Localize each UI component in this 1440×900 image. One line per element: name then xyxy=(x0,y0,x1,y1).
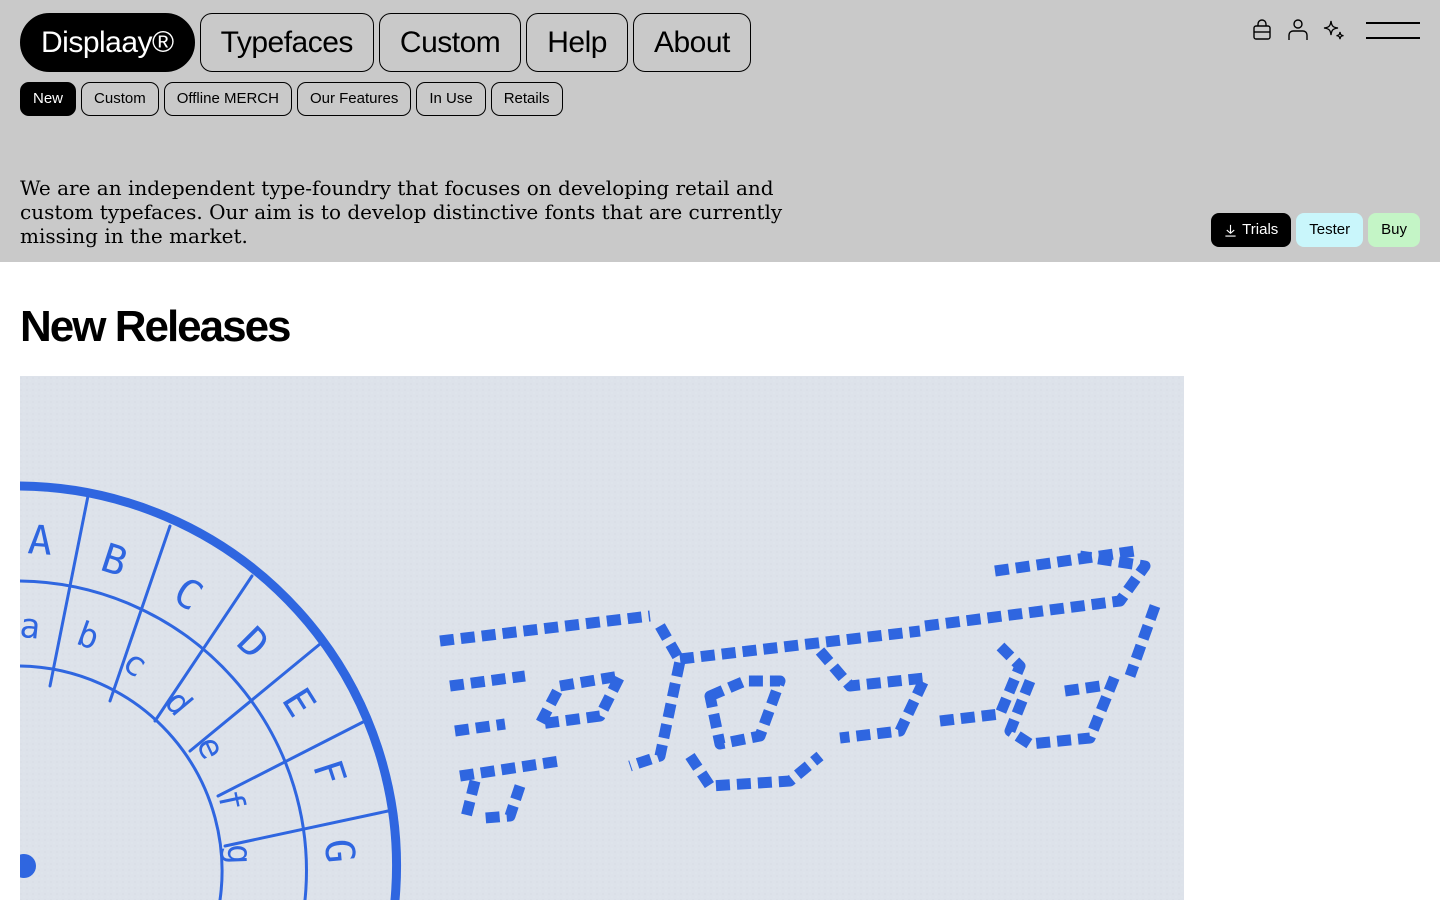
download-icon xyxy=(1225,224,1236,237)
hero-image[interactable]: A B C D E F G a b c d e f g xyxy=(20,376,1184,900)
wheel-letter: A xyxy=(26,517,53,565)
subnav-offline-merch[interactable]: Offline MERCH xyxy=(163,82,292,116)
wheel-letter: G xyxy=(315,837,363,865)
menu-line xyxy=(1366,22,1420,24)
brand-logo-button[interactable]: Displaay® xyxy=(20,13,195,72)
nav-typefaces[interactable]: Typefaces xyxy=(199,13,374,72)
nav-help[interactable]: Help xyxy=(526,13,628,72)
site-header: Displaay® Typefaces Custom Help About Ne… xyxy=(0,0,1440,262)
subnav-custom[interactable]: Custom xyxy=(81,82,159,116)
sub-navigation: New Custom Offline MERCH Our Features In… xyxy=(20,82,563,116)
action-buttons: Trials Tester Buy xyxy=(1211,213,1420,247)
subnav-in-use[interactable]: In Use xyxy=(416,82,486,116)
sparkle-icon[interactable] xyxy=(1322,16,1346,44)
subnav-our-features[interactable]: Our Features xyxy=(296,82,412,116)
nav-custom[interactable]: Custom xyxy=(378,13,522,72)
user-icon[interactable] xyxy=(1286,16,1310,44)
subnav-new[interactable]: New xyxy=(20,82,77,116)
header-icons xyxy=(1250,16,1420,44)
section-title: New Releases xyxy=(20,302,292,351)
bag-icon[interactable] xyxy=(1250,16,1274,44)
menu-line xyxy=(1366,37,1420,39)
tester-button[interactable]: Tester xyxy=(1296,213,1364,247)
nav-about[interactable]: About xyxy=(632,13,751,72)
trials-label: Trials xyxy=(1242,221,1279,238)
intro-text: We are an independent type-foundry that … xyxy=(20,176,783,248)
main-navigation: Displaay® Typefaces Custom Help About xyxy=(20,13,751,72)
subnav-retails[interactable]: Retails xyxy=(490,82,563,116)
buy-button[interactable]: Buy xyxy=(1368,213,1420,247)
menu-icon[interactable] xyxy=(1366,16,1420,44)
stamp-illustration: A B C D E F G a b c d e f g xyxy=(20,376,1184,900)
trials-button[interactable]: Trials xyxy=(1211,213,1292,247)
wheel-letter: g xyxy=(219,843,260,865)
